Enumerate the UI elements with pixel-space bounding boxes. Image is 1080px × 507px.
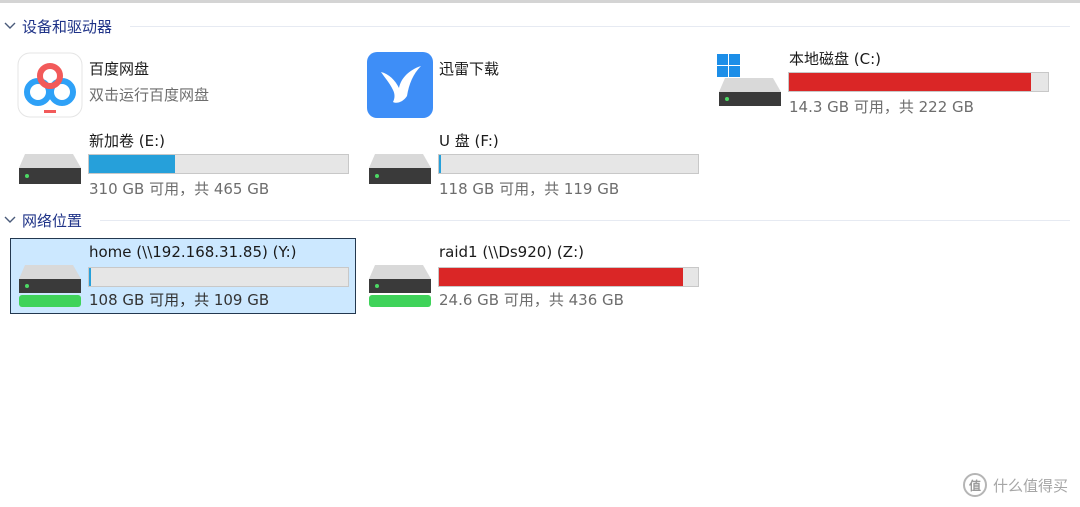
drive-usage-text: 108 GB 可用，共 109 GB bbox=[89, 291, 270, 309]
drive-usage-bar bbox=[438, 267, 699, 287]
network-drive-icon bbox=[17, 245, 83, 311]
item-description: 双击运行百度网盘 bbox=[89, 86, 210, 104]
drive-usage-fill bbox=[439, 155, 442, 173]
drive-usage-bar bbox=[88, 154, 349, 174]
watermark: 值 什么值得买 bbox=[962, 473, 1068, 497]
drive-label: raid1 (\\Ds920) (Z:) bbox=[439, 243, 584, 261]
drive-usage-text: 118 GB 可用，共 119 GB bbox=[439, 180, 620, 198]
section-divider bbox=[130, 26, 1070, 27]
drive-usage-fill bbox=[439, 268, 684, 286]
section-divider bbox=[100, 220, 1070, 221]
drive-c[interactable]: 本地磁盘 (C:) 14.3 GB 可用，共 222 GB bbox=[710, 45, 1056, 121]
item-name: 迅雷下载 bbox=[439, 60, 500, 78]
section-title: 设备和驱动器 bbox=[22, 17, 113, 36]
item-xunlei[interactable]: 迅雷下载 bbox=[360, 45, 706, 121]
windows-drive-icon bbox=[717, 52, 783, 118]
drive-usage-bar bbox=[438, 154, 699, 174]
network-drive-home[interactable]: home (\\192.168.31.85) (Y:) 108 GB 可用，共 … bbox=[10, 238, 356, 314]
chevron-down-icon[interactable] bbox=[0, 210, 20, 230]
drive-usage-text: 24.6 GB 可用，共 436 GB bbox=[439, 291, 624, 309]
drive-usage-bar bbox=[88, 267, 349, 287]
drive-usage-fill bbox=[89, 155, 176, 173]
section-title: 网络位置 bbox=[22, 211, 83, 230]
drive-f[interactable]: U 盘 (F:) 118 GB 可用，共 119 GB bbox=[360, 127, 706, 203]
watermark-text: 什么值得买 bbox=[992, 476, 1068, 495]
drive-usage-text: 310 GB 可用，共 465 GB bbox=[89, 180, 270, 198]
hard-drive-icon bbox=[367, 134, 433, 200]
item-name: 百度网盘 bbox=[89, 60, 150, 78]
drive-usage-fill bbox=[89, 268, 92, 286]
hard-drive-icon bbox=[17, 134, 83, 200]
drive-usage-bar bbox=[788, 72, 1049, 92]
drive-usage-fill bbox=[789, 73, 1032, 91]
drive-e[interactable]: 新加卷 (E:) 310 GB 可用，共 465 GB bbox=[10, 127, 356, 203]
window-top-border bbox=[0, 0, 1080, 3]
drive-label: 新加卷 (E:) bbox=[89, 132, 166, 150]
drive-label: home (\\192.168.31.85) (Y:) bbox=[89, 243, 297, 261]
drive-label: 本地磁盘 (C:) bbox=[789, 50, 881, 68]
section-header-network[interactable]: 网络位置 bbox=[0, 208, 1080, 232]
chevron-down-icon[interactable] bbox=[0, 16, 20, 36]
watermark-logo: 值 bbox=[962, 473, 987, 497]
xunlei-bird-icon bbox=[367, 52, 433, 118]
baidu-netdisk-icon bbox=[17, 52, 83, 118]
network-drive-raid1[interactable]: raid1 (\\Ds920) (Z:) 24.6 GB 可用，共 436 GB bbox=[360, 238, 706, 314]
drive-label: U 盘 (F:) bbox=[439, 132, 499, 150]
item-baidu-netdisk[interactable]: 百度网盘 双击运行百度网盘 bbox=[10, 45, 356, 121]
network-drive-icon bbox=[367, 245, 433, 311]
drive-usage-text: 14.3 GB 可用，共 222 GB bbox=[789, 98, 974, 116]
section-header-devices[interactable]: 设备和驱动器 bbox=[0, 14, 1080, 38]
